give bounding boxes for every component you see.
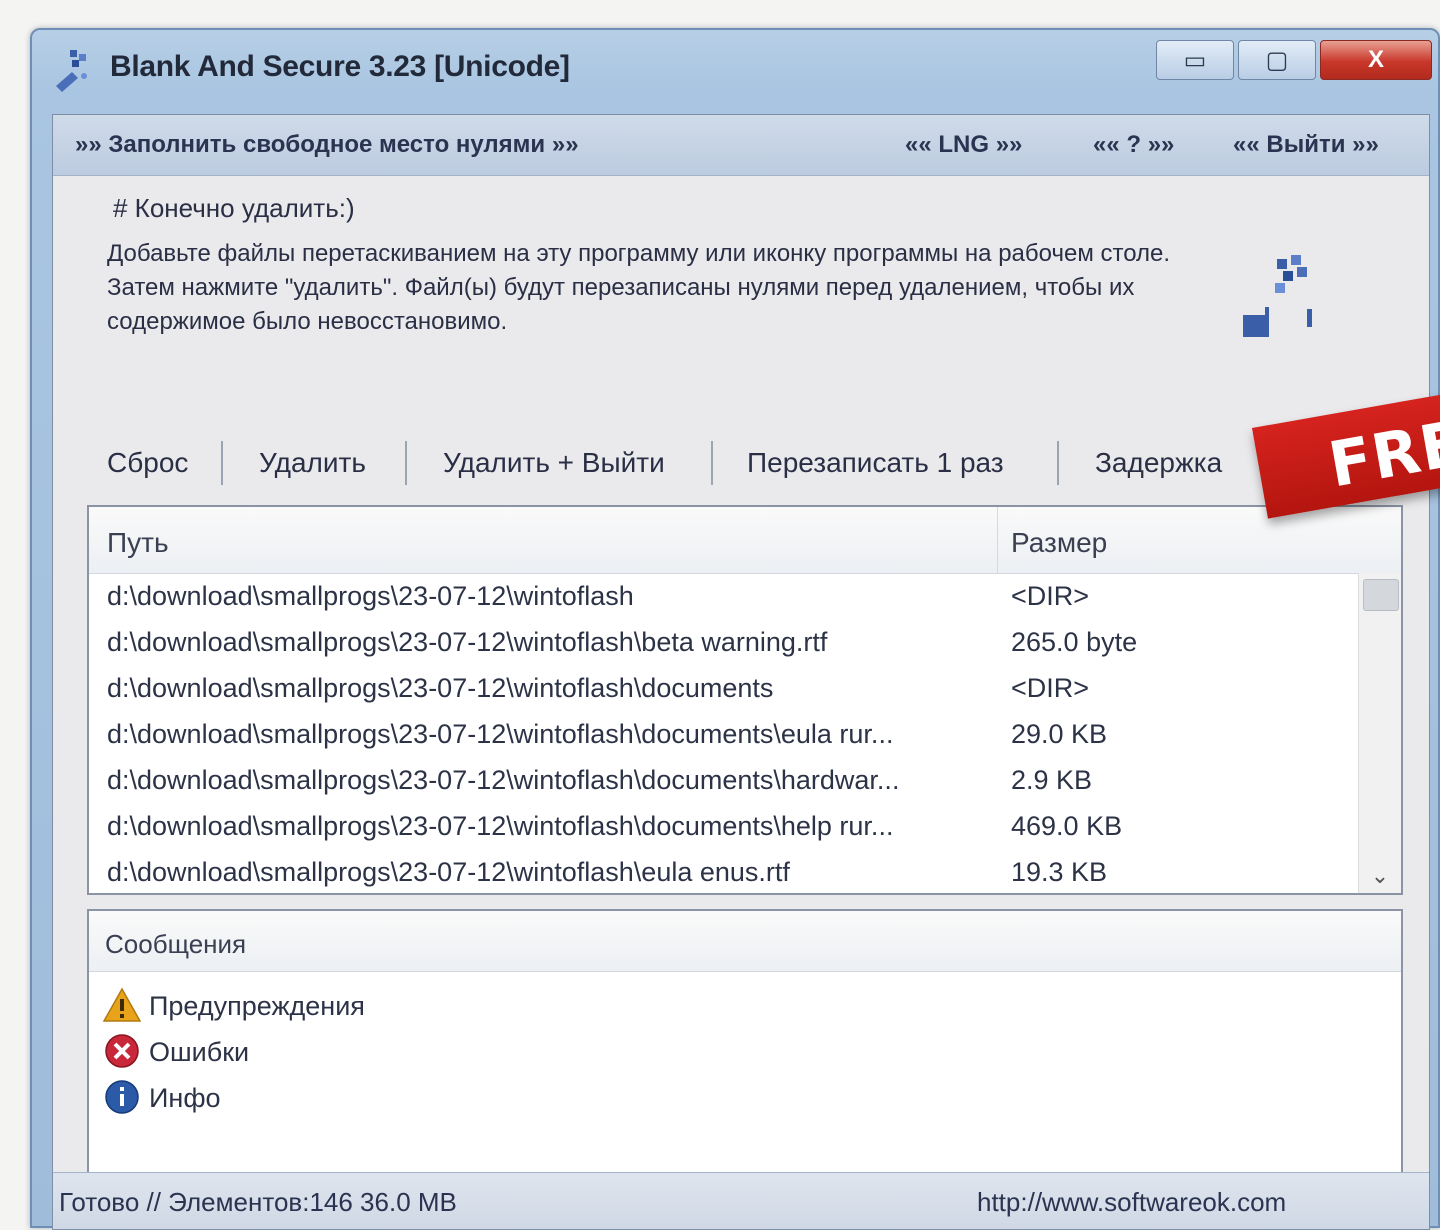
menu-fill-free-space[interactable]: »» Заполнить свободное место нулями »» xyxy=(75,131,579,159)
file-size: <DIR> xyxy=(1011,581,1090,611)
confirm-delete-option[interactable]: # Конечно удалить:) xyxy=(113,193,355,224)
file-path: d:\download\smallprogs\23-07-12\wintofla… xyxy=(107,719,894,749)
warning-icon xyxy=(103,987,141,1022)
description-text: Добавьте файлы перетаскиванием на эту пр… xyxy=(107,240,1171,335)
file-size: 19.3 KB xyxy=(1011,857,1108,887)
file-path: d:\download\smallprogs\23-07-12\wintofla… xyxy=(107,627,828,657)
free-badge-text: FREE xyxy=(1323,398,1440,502)
menu-exit[interactable]: «« Выйти »» xyxy=(1233,131,1379,159)
menu-bar: »» Заполнить свободное место нулями »» «… xyxy=(53,115,1429,176)
messages-panel: Сообщения Предупреждения Ошибки Инфо xyxy=(87,909,1403,1175)
scroll-down-icon[interactable]: ⌄ xyxy=(1359,863,1401,889)
file-list[interactable]: Путь Размер d:\download\smallprogs\23-07… xyxy=(87,505,1403,895)
minimize-button[interactable]: ▭ xyxy=(1156,40,1234,80)
table-row[interactable]: d:\download\smallprogs\23-07-12\wintofla… xyxy=(89,669,1357,715)
messages-header: Сообщения xyxy=(89,911,1401,972)
table-row[interactable]: d:\download\smallprogs\23-07-12\wintofla… xyxy=(89,807,1357,853)
status-summary: Готово // Элементов:146 36.0 MB xyxy=(59,1187,457,1217)
website-link[interactable]: http://www.softwareok.com xyxy=(977,1187,1286,1218)
maximize-button[interactable]: ▢ xyxy=(1238,40,1316,80)
scrollbar-thumb[interactable] xyxy=(1363,579,1399,611)
drag-drop-icon xyxy=(1243,255,1312,337)
table-row[interactable]: d:\download\smallprogs\23-07-12\wintofla… xyxy=(89,715,1357,761)
table-row[interactable]: d:\download\smallprogs\23-07-12\wintofla… xyxy=(89,761,1357,807)
table-row[interactable]: d:\download\smallprogs\23-07-12\wintofla… xyxy=(89,623,1357,669)
warnings-label: Предупреждения xyxy=(149,991,365,1021)
file-path: d:\download\smallprogs\23-07-12\wintofla… xyxy=(107,581,634,611)
free-banner: FREE xyxy=(1252,390,1440,519)
menu-help[interactable]: «« ? »» xyxy=(1093,131,1174,159)
menu-language[interactable]: «« LNG »» xyxy=(905,131,1022,159)
file-list-header: Путь Размер xyxy=(89,507,1401,574)
file-path: d:\download\smallprogs\23-07-12\wintofla… xyxy=(107,673,774,703)
client-area: »» Заполнить свободное место нулями »» «… xyxy=(52,114,1430,1230)
close-button[interactable]: X xyxy=(1320,40,1432,80)
file-size: 2.9 KB xyxy=(1011,765,1093,795)
size-column-header[interactable]: Размер xyxy=(1011,527,1107,559)
toolbar-divider xyxy=(405,441,407,485)
file-path: d:\download\smallprogs\23-07-12\wintofla… xyxy=(107,811,894,841)
app-window: Blank And Secure 3.23 [Unicode] ▭ ▢ X »»… xyxy=(30,28,1440,1230)
messages-header-label: Сообщения xyxy=(105,929,247,959)
file-size: <DIR> xyxy=(1011,673,1090,703)
file-path: d:\download\smallprogs\23-07-12\wintofla… xyxy=(107,765,900,795)
title-bar: Blank And Secure 3.23 [Unicode] ▭ ▢ X xyxy=(32,30,1438,112)
column-divider[interactable] xyxy=(997,507,998,573)
file-path: d:\download\smallprogs\23-07-12\wintofla… xyxy=(107,857,790,887)
window-title: Blank And Secure 3.23 [Unicode] xyxy=(110,50,570,83)
path-column-header[interactable]: Путь xyxy=(107,527,169,559)
delay-button[interactable]: Задержка xyxy=(1095,447,1222,479)
errors-label: Ошибки xyxy=(149,1037,250,1067)
file-size: 265.0 byte xyxy=(1011,627,1138,657)
app-icon xyxy=(56,50,87,92)
info-icon xyxy=(105,1080,139,1114)
table-row[interactable]: d:\download\smallprogs\23-07-12\wintofla… xyxy=(89,853,1357,893)
reset-button[interactable]: Сброс xyxy=(107,447,188,479)
info-label: Инфо xyxy=(149,1083,221,1113)
delete-button[interactable]: Удалить xyxy=(259,447,366,479)
free-badge: FREE xyxy=(1240,390,1440,540)
overwrite-button[interactable]: Перезаписать 1 раз xyxy=(747,447,1004,479)
toolbar-divider xyxy=(221,441,223,485)
table-row[interactable]: d:\download\smallprogs\23-07-12\wintofla… xyxy=(89,577,1357,623)
file-size: 469.0 KB xyxy=(1011,811,1123,841)
vertical-scrollbar[interactable]: ⌄ xyxy=(1358,573,1401,893)
file-rows: d:\download\smallprogs\23-07-12\wintofla… xyxy=(89,577,1357,893)
delete-exit-button[interactable]: Удалить + Выйти xyxy=(443,447,665,479)
toolbar-divider xyxy=(1057,441,1059,485)
error-icon xyxy=(105,1034,139,1068)
file-size: 29.0 KB xyxy=(1011,719,1108,749)
toolbar-divider xyxy=(711,441,713,485)
status-bar: Готово // Элементов:146 36.0 MB http://w… xyxy=(53,1172,1429,1229)
